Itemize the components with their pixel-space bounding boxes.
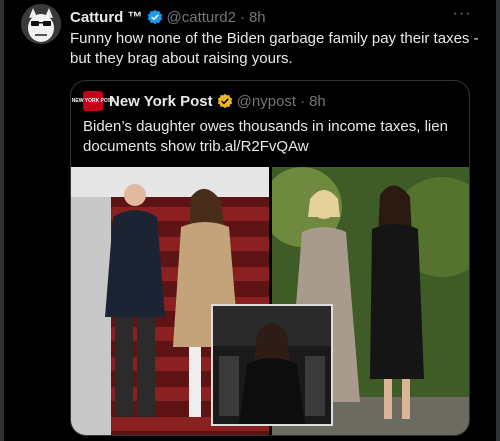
portrait-photo-image bbox=[213, 306, 331, 424]
author-name[interactable]: Catturd ™ bbox=[70, 9, 143, 26]
more-icon[interactable]: ··· bbox=[451, 5, 473, 25]
separator-dot: · bbox=[239, 8, 245, 26]
tweet-header: Catturd ™ @catturd2 · 8h bbox=[70, 7, 266, 27]
avatar[interactable] bbox=[21, 4, 61, 44]
verified-gold-badge-icon bbox=[217, 93, 232, 109]
logo-text: NEW YORK POST bbox=[71, 97, 115, 104]
timestamp[interactable]: 8h bbox=[249, 9, 266, 26]
tweet-text: Funny how none of the Biden garbage fami… bbox=[70, 30, 479, 67]
verified-badge-icon bbox=[147, 9, 162, 25]
nypost-logo-icon: NEW YORK POST bbox=[72, 91, 114, 111]
quote-header: NEW YORK POST New York Post @nypost · 8h bbox=[72, 91, 326, 111]
quote-media[interactable] bbox=[71, 167, 469, 435]
quote-text: Biden’s daughter owes thousands in incom… bbox=[83, 118, 448, 155]
quote-author-name[interactable]: New York Post bbox=[109, 93, 213, 110]
author-handle[interactable]: @catturd2 bbox=[167, 9, 236, 26]
cat-avatar-icon bbox=[21, 4, 61, 44]
quoted-tweet[interactable]: NEW YORK POST New York Post @nypost · 8h… bbox=[70, 80, 470, 436]
quote-timestamp[interactable]: 8h bbox=[309, 93, 326, 110]
quote-separator-dot: · bbox=[300, 92, 306, 110]
quote-author-handle[interactable]: @nypost bbox=[237, 93, 296, 110]
right-border bbox=[496, 0, 500, 441]
left-border bbox=[0, 0, 4, 441]
photo-inset-portrait[interactable] bbox=[211, 304, 333, 426]
